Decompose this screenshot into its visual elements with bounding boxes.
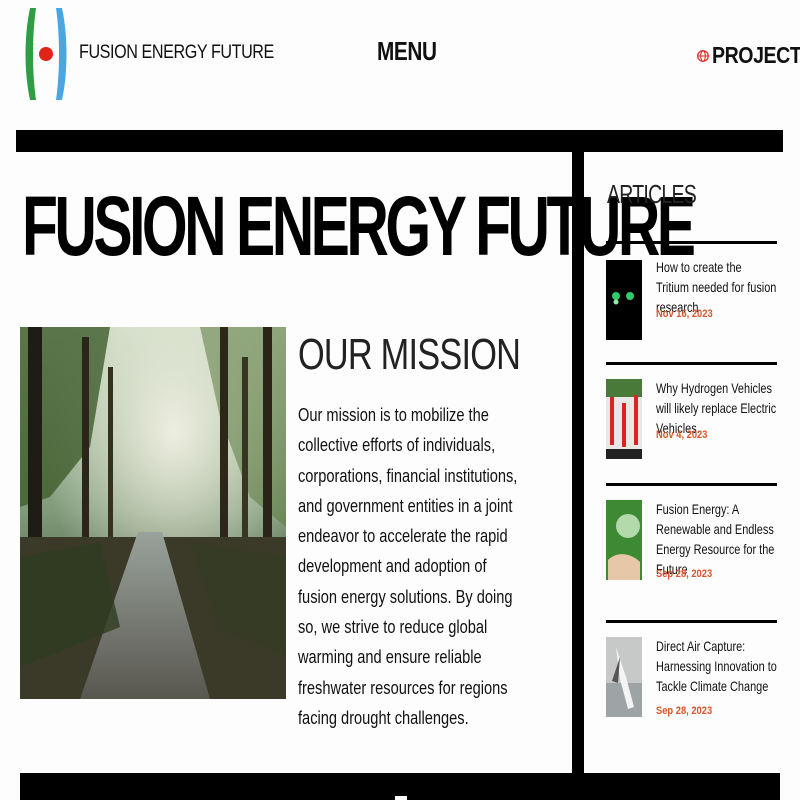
article-item[interactable]: Direct Air Capture: Harnessing Innovatio… (606, 620, 777, 733)
articles-heading: ARTICLES (607, 179, 697, 209)
article-date: Sep 28, 2023 (656, 705, 713, 717)
article-thumbnail (606, 500, 642, 580)
menu-button[interactable]: MENU (377, 36, 437, 67)
projects-label: PROJECTS (712, 42, 800, 68)
article-item[interactable]: How to create the Tritium needed for fus… (606, 241, 777, 344)
article-date: Nov 16, 2023 (656, 308, 713, 320)
globe-icon (697, 49, 709, 62)
article-thumbnail (606, 379, 642, 459)
mission-heading: OUR MISSION (298, 330, 521, 379)
top-divider (16, 130, 783, 152)
article-date: Sep 28, 2023 (656, 568, 713, 580)
site-brand-name[interactable]: FUSION ENERGY FUTURE (79, 42, 274, 64)
forest-path-image (20, 327, 286, 699)
article-item[interactable]: Why Hydrogen Vehicles will likely replac… (606, 362, 777, 465)
article-thumbnail (606, 260, 642, 340)
hero-title: FUSION ENERGY FUTURE (22, 179, 696, 273)
logo[interactable] (22, 6, 70, 102)
article-item[interactable]: Fusion Energy: A Renewable and Endless E… (606, 483, 777, 606)
mission-paragraph: Our mission is to mobilize the collectiv… (298, 404, 518, 728)
article-title[interactable]: Direct Air Capture: Harnessing Innovatio… (656, 636, 777, 696)
article-title[interactable]: Fusion Energy: A Renewable and Endless E… (656, 499, 777, 579)
article-thumbnail (606, 637, 642, 717)
article-date: Nov 4, 2023 (656, 429, 708, 441)
projects-link[interactable]: PROJECTS (697, 42, 800, 69)
bottom-divider-gap (395, 796, 407, 800)
